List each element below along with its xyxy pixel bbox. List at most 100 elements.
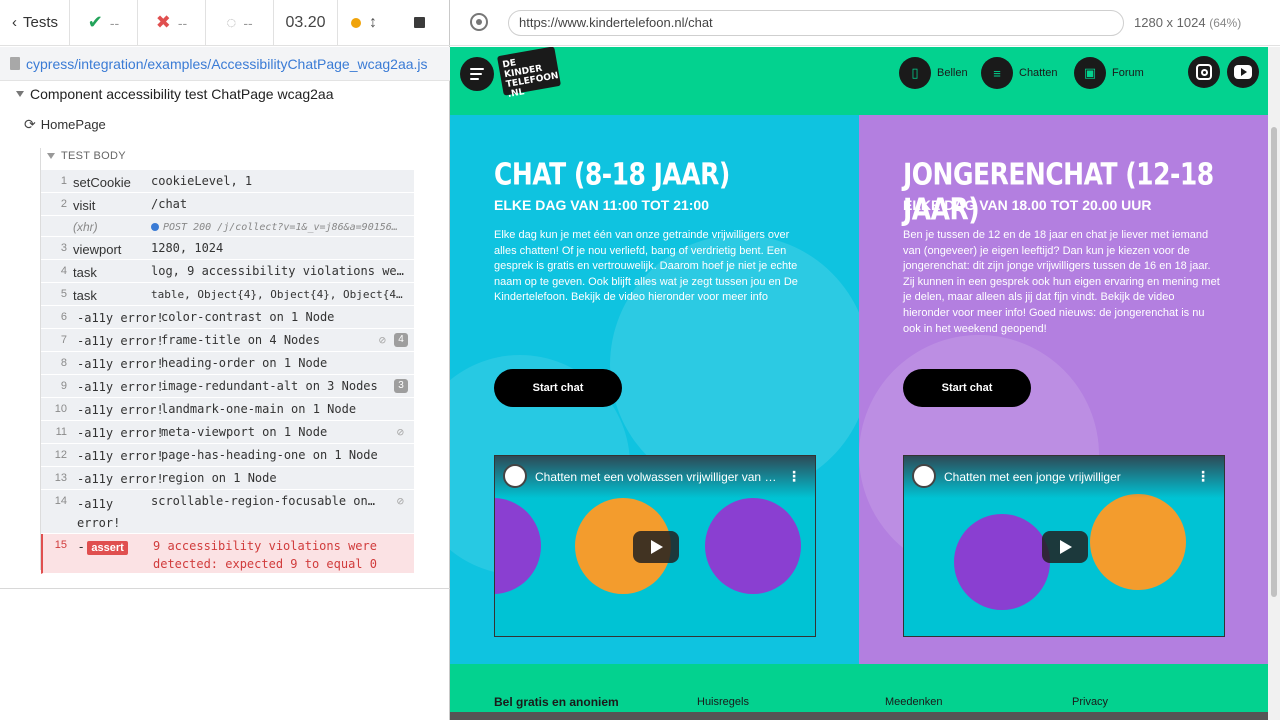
element-count-badge: 3 bbox=[394, 379, 408, 393]
check-icon: ✔ bbox=[87, 12, 103, 32]
aut-iframe: DE KINDER TELEFOON .NL ▯ Bellen ≡ Chatte… bbox=[450, 47, 1280, 720]
reporter-bottom-border bbox=[0, 588, 450, 589]
youtube-button[interactable] bbox=[1227, 56, 1259, 88]
duration: 03.20 bbox=[274, 0, 338, 46]
chat-description: Elke dag kun je met één van onze getrain… bbox=[494, 229, 798, 304]
scrollbar-thumb[interactable] bbox=[1271, 127, 1277, 597]
a11y-error-row[interactable]: 12 -a11y error! page-has-heading-one on … bbox=[41, 444, 414, 467]
instagram-icon bbox=[1196, 64, 1212, 80]
command-row[interactable]: 3 viewport 1280, 1024 bbox=[41, 237, 414, 260]
assert-message: 9 accessibility violations were detected… bbox=[153, 539, 377, 571]
command-name: -a11y error! bbox=[77, 311, 164, 325]
video-character-illustration bbox=[495, 498, 541, 594]
failed-count: -- bbox=[177, 14, 188, 31]
element-count-badge: 4 bbox=[394, 333, 408, 347]
a11y-error-row[interactable]: 14 -a11y error! scrollable-region-focusa… bbox=[41, 490, 414, 534]
more-options-icon[interactable]: ⋮ bbox=[787, 468, 801, 485]
command-number: 1 bbox=[60, 175, 67, 187]
youth-chat-video-embed[interactable]: Chatten met een jonge vrijwilliger ⋮ bbox=[903, 455, 1225, 637]
command-name: -a11y error! bbox=[77, 357, 164, 371]
command-message: cookieLevel, 1 bbox=[151, 174, 253, 188]
play-button-icon[interactable] bbox=[1042, 531, 1088, 563]
back-to-tests-button[interactable]: ‹ Tests bbox=[0, 0, 70, 46]
file-icon bbox=[10, 57, 20, 70]
chevron-left-icon: ‹ bbox=[12, 14, 17, 31]
command-number: 15 bbox=[54, 539, 67, 551]
stop-button[interactable] bbox=[390, 0, 448, 46]
video-title[interactable]: Chatten met een volwassen vrijwilliger v… bbox=[535, 470, 783, 484]
youth-chat-description: Ben je tussen de 12 en de 18 jaar en cha… bbox=[903, 229, 1220, 335]
footer-participate[interactable]: Meedenken bbox=[885, 696, 943, 708]
kindertelefoon-logo[interactable]: DE KINDER TELEFOON .NL bbox=[496, 47, 562, 100]
command-message: scrollable-region-focusable on … bbox=[151, 494, 376, 508]
aut-scrollbar[interactable] bbox=[1268, 47, 1280, 720]
command-name: -a11y error! bbox=[77, 334, 164, 348]
command-name: visit bbox=[73, 198, 96, 213]
command-number: 14 bbox=[54, 495, 67, 507]
pending-stat: ◌ -- bbox=[206, 0, 274, 46]
channel-logo-icon bbox=[912, 464, 936, 488]
hamburger-menu-button[interactable] bbox=[460, 57, 494, 91]
nav-forum-link[interactable]: ▣ Forum bbox=[1074, 57, 1144, 89]
play-button-icon[interactable] bbox=[633, 531, 679, 563]
xhr-row[interactable]: (xhr) POST 200 /j/collect?v=1&_v=j86&a=9… bbox=[41, 216, 414, 237]
auto-scroll-toggle[interactable]: ↕ bbox=[338, 0, 390, 46]
chat-title: CHAT (8-18 JAAR) bbox=[494, 157, 730, 192]
a11y-error-row[interactable]: 11 -a11y error! meta-viewport on 1 Node … bbox=[41, 421, 414, 444]
command-row[interactable]: 4 task log, 9 accessibility violations w… bbox=[41, 260, 414, 283]
youth-chat-title: JONGERENCHAT (12-18 JAAR) bbox=[903, 157, 1214, 227]
viewport-info[interactable]: 1280 x 1024 (64%) bbox=[1134, 15, 1241, 30]
instagram-button[interactable] bbox=[1188, 56, 1220, 88]
command-row[interactable]: 2 visit /chat bbox=[41, 193, 414, 216]
spec-file-header: cypress/integration/examples/Accessibili… bbox=[0, 47, 450, 81]
spec-file-link[interactable]: cypress/integration/examples/Accessibili… bbox=[26, 56, 428, 72]
command-number: 7 bbox=[60, 334, 67, 346]
running-status-dot-icon bbox=[351, 17, 361, 28]
a11y-error-row[interactable]: 6 -a11y error! color-contrast on 1 Node bbox=[41, 306, 414, 329]
test-title[interactable]: ⟳ HomePage bbox=[24, 116, 106, 133]
a11y-error-row[interactable]: 7 -a11y error! frame-title on 4 Nodes ⊘ … bbox=[41, 329, 414, 352]
selector-playground-crosshair-icon[interactable] bbox=[470, 13, 488, 31]
video-title[interactable]: Chatten met een jonge vrijwilliger bbox=[944, 470, 1192, 484]
command-row[interactable]: 1 setCookie cookieLevel, 1 bbox=[41, 170, 414, 193]
a11y-error-row[interactable]: 8 -a11y error! heading-order on 1 Node bbox=[41, 352, 414, 375]
more-options-icon[interactable]: ⋮ bbox=[1196, 468, 1210, 485]
command-number: 4 bbox=[60, 265, 67, 277]
youtube-icon bbox=[1234, 65, 1252, 79]
command-number: 9 bbox=[60, 380, 67, 392]
nav-chat-link[interactable]: ≡ Chatten bbox=[981, 57, 1058, 89]
command-name: -a11y error! bbox=[77, 472, 164, 486]
chat-video-embed[interactable]: Chatten met een volwassen vrijwilliger v… bbox=[494, 455, 816, 637]
command-name: setCookie bbox=[73, 175, 131, 190]
start-youth-chat-button[interactable]: Start chat bbox=[903, 369, 1031, 407]
nav-call-link[interactable]: ▯ Bellen bbox=[899, 57, 968, 89]
command-number: 13 bbox=[54, 472, 67, 484]
footer-house-rules[interactable]: Huisregels bbox=[697, 696, 749, 708]
video-character-illustration bbox=[954, 514, 1050, 610]
footer-privacy[interactable]: Privacy bbox=[1072, 696, 1108, 708]
nav-call-label: Bellen bbox=[937, 67, 968, 79]
a11y-error-row[interactable]: 13 -a11y error! region on 1 Node bbox=[41, 467, 414, 490]
test-body-text: TEST BODY bbox=[61, 150, 126, 162]
video-character-illustration bbox=[705, 498, 801, 594]
a11y-error-row[interactable]: 10 -a11y error! landmark-one-main on 1 N… bbox=[41, 398, 414, 421]
suite-title[interactable]: Component accessibility test ChatPage wc… bbox=[16, 86, 334, 102]
command-message: landmark-one-main on 1 Node bbox=[161, 402, 357, 416]
assert-prefix: - bbox=[79, 539, 84, 554]
pending-count: -- bbox=[243, 14, 253, 31]
command-name: -a11y error! bbox=[77, 426, 164, 440]
test-body-label[interactable]: TEST BODY bbox=[47, 150, 126, 162]
command-message: meta-viewport on 1 Node bbox=[161, 425, 328, 439]
a11y-error-row[interactable]: 9 -a11y error! image-redundant-alt on 3 … bbox=[41, 375, 414, 398]
eye-slash-icon: ⊘ bbox=[378, 333, 386, 347]
footer-call-free[interactable]: Bel gratis en anoniem bbox=[494, 695, 619, 709]
aut-url-bar[interactable]: https://www.kindertelefoon.nl/chat bbox=[508, 10, 1124, 36]
command-row[interactable]: 5 task table, Object{4}, Object{4}, Obje… bbox=[41, 283, 414, 306]
assert-failure-row[interactable]: 15 - assert 9 accessibility violations we… bbox=[41, 534, 414, 574]
start-chat-button[interactable]: Start chat bbox=[494, 369, 622, 407]
command-number: 12 bbox=[54, 449, 67, 461]
viewport-scale: (64%) bbox=[1209, 16, 1242, 30]
viewport-size: 1280 x 1024 bbox=[1134, 15, 1206, 30]
command-message: table, Object{4}, Object{4}, Object{4}, … bbox=[151, 288, 406, 301]
failed-stat: ✖ -- bbox=[138, 0, 206, 46]
